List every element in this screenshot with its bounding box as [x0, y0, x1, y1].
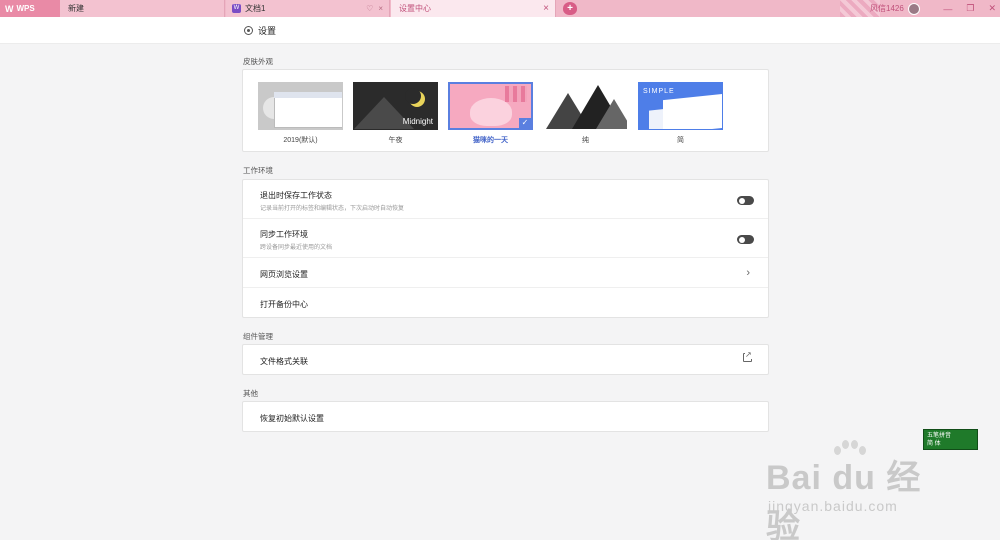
setting-title: 退出时保存工作状态 [260, 191, 332, 200]
paw-plus-icon: + [563, 2, 577, 15]
add-tab-button[interactable]: + [558, 0, 582, 17]
skin-caption: 简 [677, 137, 684, 144]
baidu-watermark: Bai du 经验 jingyan.baidu.com [766, 440, 956, 540]
heart-icon[interactable]: ♡ [366, 4, 373, 13]
tab-settings-label: 设置中心 [399, 4, 431, 13]
skin-option-cat[interactable]: ✓ 猫咪的一天 [448, 82, 533, 145]
skin-thumbnail [258, 82, 343, 130]
setting-row-backup-center[interactable]: 打开备份中心 [243, 288, 768, 318]
setting-description: 跨设备同步最近使用的文档 [260, 245, 333, 251]
skin-thumbnail: Midnight [353, 82, 438, 130]
moon-icon [405, 88, 425, 107]
section-label-work: 工作环境 [243, 166, 273, 175]
chevron-right-icon: › [746, 267, 750, 279]
checkmark-icon: ✓ [519, 118, 531, 128]
gear-icon [244, 26, 253, 35]
tab-document-label: 文档1 [245, 4, 266, 13]
setting-title: 同步工作环境 [260, 230, 308, 239]
skin-list: 2019(默认) Midnight 午夜 ✓ 猫咪的一天 纯 SIMPLE 简 [243, 70, 768, 145]
setting-row-web-browsing[interactable]: 网页浏览设置 › [243, 258, 768, 288]
setting-row-restore-defaults[interactable]: 恢复初始默认设置 [243, 402, 768, 432]
close-window-icon[interactable]: ✕ [988, 3, 996, 14]
setting-title: 打开备份中心 [260, 300, 308, 309]
skin-thumb-text: SIMPLE [643, 88, 675, 95]
user-account[interactable]: 风信1426 [870, 0, 920, 17]
setting-title: 文件格式关联 [260, 357, 308, 366]
watermark-brand: Bai du 经验 [766, 459, 922, 540]
tab-new[interactable]: 新建 [60, 0, 225, 17]
skin-thumbnail: ✓ [448, 82, 533, 130]
wps-logo-tab[interactable]: W WPS [0, 0, 60, 17]
skin-caption: 午夜 [388, 137, 403, 144]
skin-caption: 猫咪的一天 [473, 137, 508, 144]
work-card: 退出时保存工作状态 记录当前打开的标签和编辑状态，下次启动时自动恢复 同步工作环… [242, 179, 769, 318]
close-icon[interactable]: × [378, 4, 383, 13]
restore-icon[interactable]: ❐ [966, 3, 974, 14]
setting-title: 网页浏览设置 [260, 270, 308, 279]
setting-row-sync: 同步工作环境 跨设备同步最近使用的文档 [243, 219, 768, 258]
tab-document[interactable]: W 文档1 ♡ × [226, 0, 390, 17]
skin-thumbnail: SIMPLE [638, 82, 723, 130]
skin-option-pure[interactable]: 纯 [543, 82, 628, 145]
window-controls: — ❐ ✕ [943, 0, 996, 17]
setting-row-file-association[interactable]: 文件格式关联 [243, 345, 768, 375]
minimize-icon[interactable]: — [943, 4, 952, 14]
wps-logo-icon: W [5, 3, 14, 14]
external-link-icon [743, 350, 752, 362]
section-label-skin: 皮肤外观 [243, 57, 273, 66]
page-title-text: 设置 [258, 26, 277, 36]
plugin-card: 文件格式关联 [242, 344, 769, 375]
page-title: 设置 [244, 17, 276, 44]
setting-title: 恢复初始默认设置 [260, 414, 324, 423]
settings-header: 设置 [0, 17, 1000, 44]
skin-thumb-text: Midnight [402, 117, 433, 126]
tab-settings[interactable]: 设置中心 × [391, 0, 556, 17]
avatar [907, 2, 920, 15]
cat-icon [470, 98, 512, 126]
tab-new-label: 新建 [68, 4, 84, 13]
save-state-toggle[interactable] [737, 196, 754, 205]
skin-caption: 纯 [582, 137, 589, 144]
skin-option-2019[interactable]: 2019(默认) [258, 82, 343, 145]
setting-row-save-state: 退出时保存工作状态 记录当前打开的标签和编辑状态，下次启动时自动恢复 [243, 180, 768, 219]
skin-caption: 2019(默认) [283, 137, 318, 144]
user-name: 风信1426 [870, 4, 904, 13]
skin-option-simple[interactable]: SIMPLE 简 [638, 82, 723, 145]
skin-thumbnail [543, 82, 628, 130]
sync-toggle[interactable] [737, 235, 754, 244]
watermark-url: jingyan.baidu.com [768, 498, 898, 514]
wps-logo-label: WPS [16, 4, 35, 13]
section-label-other: 其他 [243, 389, 258, 398]
setting-description: 记录当前打开的标签和编辑状态，下次启动时自动恢复 [260, 206, 405, 212]
section-label-plugins: 组件管理 [243, 332, 273, 341]
close-icon[interactable]: × [543, 3, 549, 14]
document-icon: W [232, 4, 241, 13]
ime-mode-label: 五笔拼音 [927, 433, 952, 439]
skin-card: 2019(默认) Midnight 午夜 ✓ 猫咪的一天 纯 SIMPLE 简 [242, 69, 769, 152]
skin-option-midnight[interactable]: Midnight 午夜 [353, 82, 438, 145]
other-card: 恢复初始默认设置 [242, 401, 769, 432]
tab-bar: W WPS 新建 W 文档1 ♡ × 设置中心 × + 风信1426 — ❐ ✕ [0, 0, 1000, 17]
